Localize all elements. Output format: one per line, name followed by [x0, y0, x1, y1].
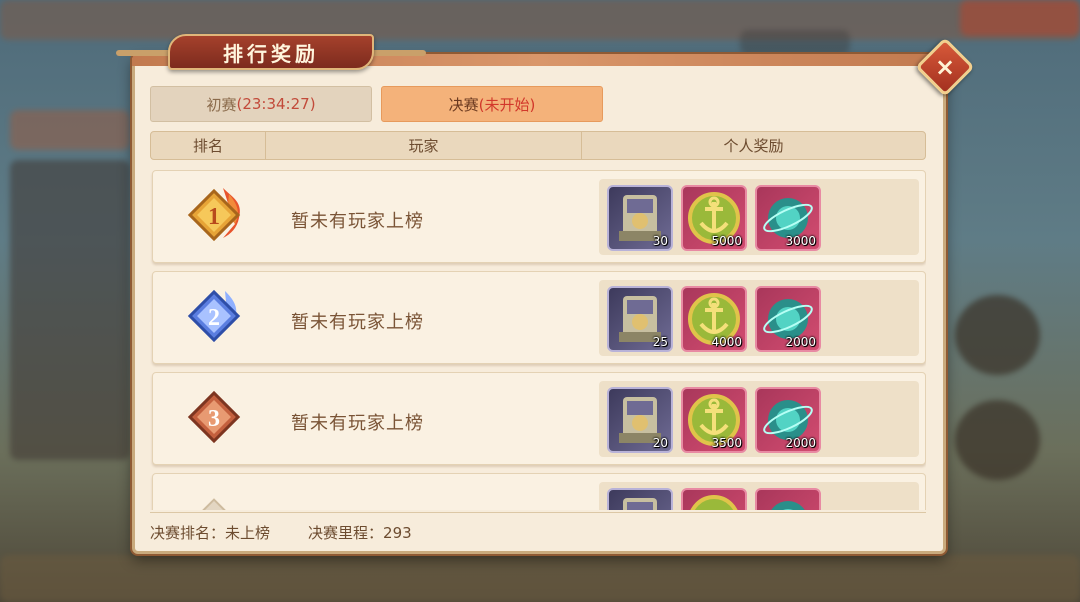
- row-1-rewards: 30 5000 3000: [599, 179, 919, 255]
- ranking-row-3: 3 暂未有玩家上榜 20 3500 2000: [152, 372, 926, 465]
- row-3-player: 暂未有玩家上榜: [291, 413, 424, 434]
- row-2-player: 暂未有玩家上榜: [291, 312, 424, 333]
- column-header-reward: 个人奖励: [581, 132, 925, 159]
- reward-qty: 30: [652, 234, 668, 248]
- reward-qty: 3000: [785, 234, 816, 248]
- background-bottom-bar: [0, 555, 1080, 602]
- ranking-row-4: [152, 473, 926, 510]
- final-mileage-label: 决赛里程：: [308, 524, 384, 542]
- background-top-right: [960, 0, 1080, 36]
- tab-prelim-status: (23:34:27): [236, 95, 316, 113]
- anchor-coin-icon[interactable]: 5000: [681, 185, 747, 251]
- ranking-row-1: 1 暂未有玩家上榜 30 5000 3000: [152, 170, 926, 263]
- reward-qty: 25: [652, 335, 668, 349]
- reward-qty: 4000: [711, 335, 742, 349]
- teal-orb-icon[interactable]: [755, 488, 821, 510]
- teal-orb-icon[interactable]: 2000: [755, 286, 821, 352]
- teal-orb-icon[interactable]: 2000: [755, 387, 821, 453]
- background-right-button-2: [955, 400, 1040, 480]
- row-1-player: 暂未有玩家上榜: [291, 211, 424, 232]
- table-header: 排名 玩家 个人奖励: [150, 131, 926, 160]
- column-header-rank: 排名: [192, 137, 223, 155]
- rank-2-number: 2: [208, 305, 220, 331]
- background-left-panel: [10, 160, 130, 460]
- background-right-button-1: [955, 295, 1040, 375]
- panel-title: 排行奖励: [168, 34, 374, 70]
- final-mileage: 决赛里程：293: [308, 522, 412, 543]
- tab-prelim-label: 初赛: [206, 95, 237, 114]
- row-4-rewards: [599, 482, 919, 510]
- teal-orb-icon[interactable]: 3000: [755, 185, 821, 251]
- mecha-chest-icon[interactable]: 30: [607, 185, 673, 251]
- tab-final[interactable]: 决赛 (未开始): [381, 86, 603, 122]
- mecha-chest-icon[interactable]: 25: [607, 286, 673, 352]
- row-3-rewards: 20 3500 2000: [599, 381, 919, 457]
- reward-qty: 20: [652, 436, 668, 450]
- ranking-list[interactable]: 1 暂未有玩家上榜 30 5000 3000 2 暂未有玩家上榜 25 4000…: [150, 168, 926, 510]
- background-top-panel: [740, 30, 850, 54]
- rank-1-gold-badge-icon: 1: [187, 188, 241, 242]
- title-wing-left: [116, 50, 176, 56]
- final-mileage-value: 293: [383, 524, 412, 542]
- footer-stats: 决赛排名：未上榜 决赛里程：293: [150, 522, 412, 543]
- reward-qty: 3500: [711, 436, 742, 450]
- mecha-chest-icon[interactable]: [607, 488, 673, 510]
- rank-3-bronze-badge-icon: 3: [187, 390, 241, 444]
- rank-2-blue-badge-icon: 2: [187, 289, 241, 343]
- anchor-coin-icon[interactable]: [681, 488, 747, 510]
- mecha-chest-icon[interactable]: 20: [607, 387, 673, 453]
- final-rank: 决赛排名：未上榜: [150, 522, 270, 543]
- title-wing-right: [366, 50, 426, 56]
- close-icon: ×: [934, 52, 956, 81]
- tab-final-status: (未开始): [478, 95, 536, 114]
- reward-qty: 2000: [785, 335, 816, 349]
- rank-3-number: 3: [208, 406, 220, 432]
- row-2-rewards: 25 4000 2000: [599, 280, 919, 356]
- column-header-player: 玩家: [265, 132, 581, 159]
- rank-1-number: 1: [208, 204, 220, 230]
- final-rank-value: 未上榜: [225, 524, 271, 542]
- reward-qty: 2000: [785, 436, 816, 450]
- background-left-button: [10, 110, 130, 150]
- anchor-coin-icon[interactable]: 3500: [681, 387, 747, 453]
- rank-4-badge-icon: [194, 498, 234, 510]
- final-rank-label: 决赛排名：: [150, 524, 226, 542]
- anchor-coin-icon[interactable]: 4000: [681, 286, 747, 352]
- tab-final-label: 决赛: [448, 95, 479, 114]
- tab-prelim[interactable]: 初赛 (23:34:27): [150, 86, 372, 122]
- background-top-bar: [0, 0, 1080, 40]
- footer-divider: [150, 512, 926, 513]
- ranking-row-2: 2 暂未有玩家上榜 25 4000 2000: [152, 271, 926, 364]
- reward-qty: 5000: [711, 234, 742, 248]
